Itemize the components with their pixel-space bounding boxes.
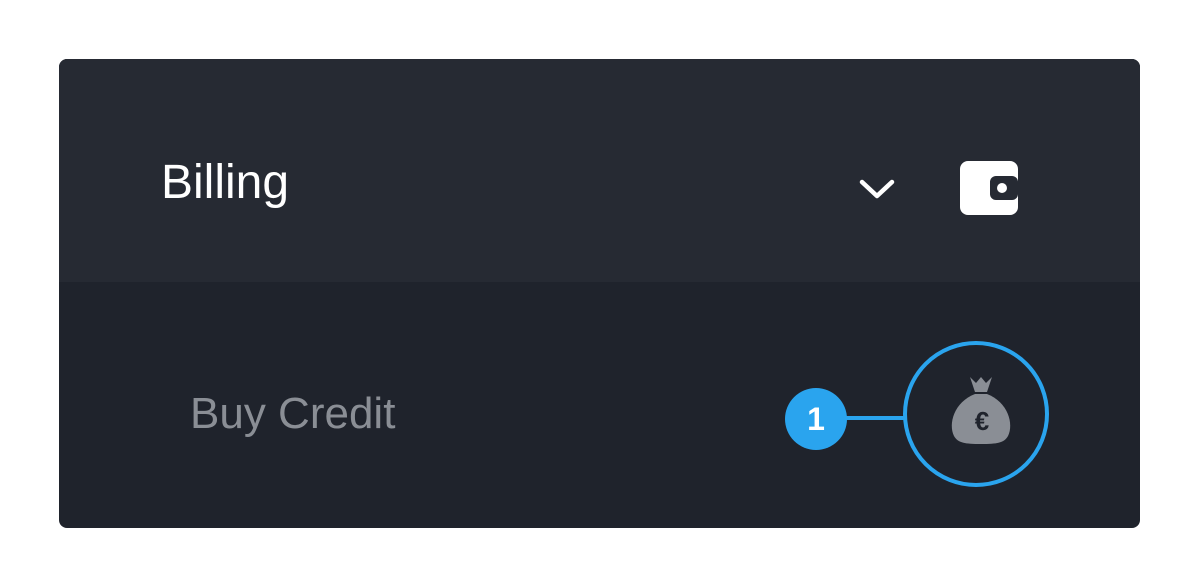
billing-title: Billing [161,156,290,209]
menu-item-label: Buy Credit [190,389,396,438]
callout-number-badge: 1 [785,388,847,450]
callout-connector [845,416,905,420]
wallet-icon[interactable] [960,161,1018,215]
billing-menu-header[interactable]: Billing [59,59,1140,282]
chevron-down-icon[interactable] [857,173,897,205]
callout-highlight-ring [903,341,1049,487]
